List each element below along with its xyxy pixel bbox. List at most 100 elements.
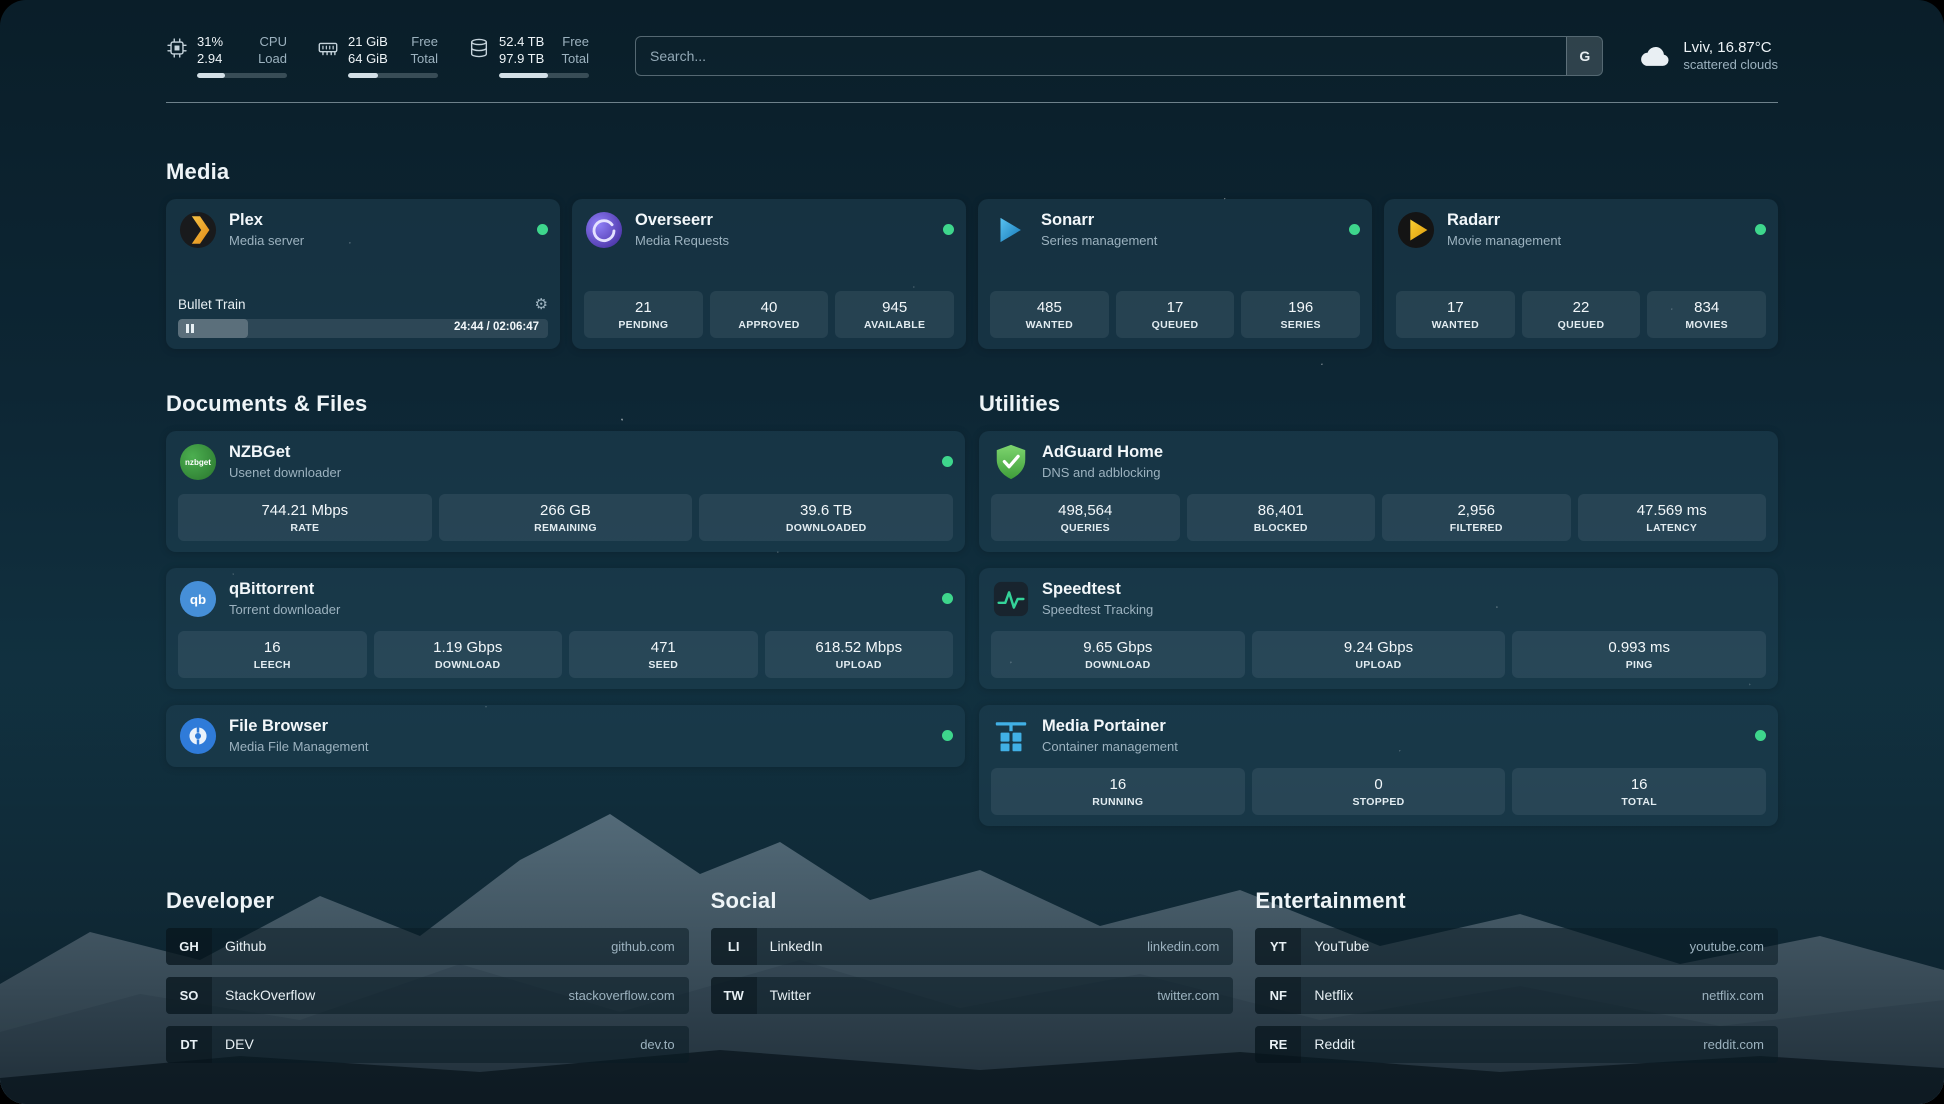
stat-ping: 0.993 ms PING: [1512, 631, 1766, 678]
svg-text:nzbget: nzbget: [185, 458, 211, 467]
service-card-adguard[interactable]: AdGuard Home DNS and adblocking 498,564 …: [979, 431, 1778, 552]
stat-value: 196: [1245, 299, 1356, 316]
stat-value: 47.569 ms: [1582, 502, 1763, 519]
status-dot: [943, 224, 954, 235]
stat-label: UPLOAD: [1256, 659, 1502, 671]
qbittorrent-icon: qb: [178, 579, 218, 619]
stat-value: 0: [1256, 776, 1502, 793]
stat-value: 16: [995, 776, 1241, 793]
stat-leech: 16 LEECH: [178, 631, 367, 678]
stat-label: BLOCKED: [1191, 522, 1372, 534]
bookmark-reddit[interactable]: RE Reddit reddit.com: [1255, 1026, 1778, 1063]
stat-value: 40: [714, 299, 825, 316]
cpu-icon: [166, 37, 188, 59]
resource-widget-memory: 21 GiBFree 64 GiBTotal: [317, 34, 438, 78]
bookmark-url: stackoverflow.com: [568, 988, 688, 1003]
bookmark-abbr: DT: [166, 1026, 212, 1063]
stat-label: UPLOAD: [769, 659, 950, 671]
search-input[interactable]: [636, 37, 1566, 75]
stat-label: FILTERED: [1386, 522, 1567, 534]
bookmark-dev[interactable]: DT DEV dev.to: [166, 1026, 689, 1063]
bookmark-url: dev.to: [640, 1037, 688, 1052]
bookmark-github[interactable]: GH Github github.com: [166, 928, 689, 965]
service-description: Series management: [1041, 233, 1157, 248]
stat-value: 16: [1516, 776, 1762, 793]
bookmark-linkedin[interactable]: LI LinkedIn linkedin.com: [711, 928, 1234, 965]
stat-value: 945: [839, 299, 950, 316]
bookmark-group-title-social: Social: [711, 888, 1234, 914]
weather-condition: scattered clouds: [1683, 57, 1778, 72]
stat-value: 22: [1526, 299, 1637, 316]
bookmark-name: YouTube: [1301, 938, 1369, 954]
service-card-plex[interactable]: Plex Media server Bullet Train ⚙ 24:44 /…: [166, 199, 560, 349]
resource-widget-cpu: 31%CPU 2.94Load: [166, 34, 287, 78]
stat-available: 945 AVAILABLE: [835, 291, 954, 338]
service-stats: 16 LEECH 1.19 Gbps DOWNLOAD 471 SEED 618…: [178, 619, 953, 678]
service-stats: 16 RUNNING 0 STOPPED 16 TOTAL: [991, 756, 1766, 815]
sonarr-icon: [990, 210, 1030, 250]
resource-progress-bar: [197, 73, 287, 78]
resource-label-bottom: Load: [258, 51, 287, 68]
search-bar[interactable]: G: [635, 36, 1603, 76]
disk-icon: [468, 37, 490, 59]
resource-progress-bar: [348, 73, 438, 78]
bookmark-abbr: RE: [1255, 1026, 1301, 1063]
stat-label: APPROVED: [714, 319, 825, 331]
bookmark-youtube[interactable]: YT YouTube youtube.com: [1255, 928, 1778, 965]
stat-value: 21: [588, 299, 699, 316]
service-card-qbittorrent[interactable]: qb qBittorrent Torrent downloader 16 LEE…: [166, 568, 965, 689]
service-description: Media server: [229, 233, 304, 248]
stat-seed: 471 SEED: [569, 631, 758, 678]
resource-value-bottom: 2.94: [197, 51, 222, 68]
service-name: Radarr: [1447, 211, 1561, 231]
stat-filtered: 2,956 FILTERED: [1382, 494, 1571, 541]
stat-queued: 22 QUEUED: [1522, 291, 1641, 338]
resource-progress-bar: [499, 73, 589, 78]
service-card-nzbget[interactable]: nzbget NZBGet Usenet downloader 744.21 M…: [166, 431, 965, 552]
stat-downloaded: 39.6 TB DOWNLOADED: [699, 494, 953, 541]
stat-stopped: 0 STOPPED: [1252, 768, 1506, 815]
service-card-sonarr[interactable]: Sonarr Series management 485 WANTED 17 Q…: [978, 199, 1372, 349]
stat-value: 834: [1651, 299, 1762, 316]
bookmark-name: Twitter: [757, 987, 811, 1003]
stat-label: SEED: [573, 659, 754, 671]
stat-queries: 498,564 QUERIES: [991, 494, 1180, 541]
stat-value: 9.24 Gbps: [1256, 639, 1502, 656]
bookmark-abbr: LI: [711, 928, 757, 965]
stat-label: RUNNING: [995, 796, 1241, 808]
stat-rate: 744.21 Mbps RATE: [178, 494, 432, 541]
bookmark-twitter[interactable]: TW Twitter twitter.com: [711, 977, 1234, 1014]
stat-value: 1.19 Gbps: [378, 639, 559, 656]
service-card-filebrowser[interactable]: File Browser Media File Management: [166, 705, 965, 767]
stat-blocked: 86,401 BLOCKED: [1187, 494, 1376, 541]
stat-pending: 21 PENDING: [584, 291, 703, 338]
service-stats: 9.65 Gbps DOWNLOAD 9.24 Gbps UPLOAD 0.99…: [991, 619, 1766, 678]
bookmark-group-title-developer: Developer: [166, 888, 689, 914]
service-card-speedtest[interactable]: Speedtest Speedtest Tracking 9.65 Gbps D…: [979, 568, 1778, 689]
stat-wanted: 485 WANTED: [990, 291, 1109, 338]
gear-icon[interactable]: ⚙: [535, 297, 548, 312]
stat-upload: 618.52 Mbps UPLOAD: [765, 631, 954, 678]
service-name: File Browser: [229, 717, 368, 737]
section-title-documents: Documents & Files: [166, 391, 965, 417]
bookmark-url: linkedin.com: [1147, 939, 1233, 954]
service-name: Overseerr: [635, 211, 729, 231]
page: 31%CPU 2.94Load 21 GiBFree 64 GiBTotal 5…: [0, 0, 1944, 1103]
bookmark-stackoverflow[interactable]: SO StackOverflow stackoverflow.com: [166, 977, 689, 1014]
service-description: Movie management: [1447, 233, 1561, 248]
stat-label: WANTED: [1400, 319, 1511, 331]
section-media: Media Plex Media server Bullet Train ⚙ 2…: [166, 159, 1778, 349]
service-description: Speedtest Tracking: [1042, 602, 1153, 617]
stat-value: 2,956: [1386, 502, 1567, 519]
search-provider-button[interactable]: G: [1566, 37, 1602, 75]
resource-label-bottom: Total: [411, 51, 438, 68]
service-card-portainer[interactable]: Media Portainer Container management 16 …: [979, 705, 1778, 826]
resource-value-top: 21 GiB: [348, 34, 388, 51]
service-card-radarr[interactable]: Radarr Movie management 17 WANTED 22 QUE…: [1384, 199, 1778, 349]
stat-value: 16: [182, 639, 363, 656]
bookmark-abbr: TW: [711, 977, 757, 1014]
service-name: NZBGet: [229, 443, 341, 463]
bookmark-netflix[interactable]: NF Netflix netflix.com: [1255, 977, 1778, 1014]
service-card-overseerr[interactable]: Overseerr Media Requests 21 PENDING 40 A…: [572, 199, 966, 349]
bookmark-abbr: NF: [1255, 977, 1301, 1014]
